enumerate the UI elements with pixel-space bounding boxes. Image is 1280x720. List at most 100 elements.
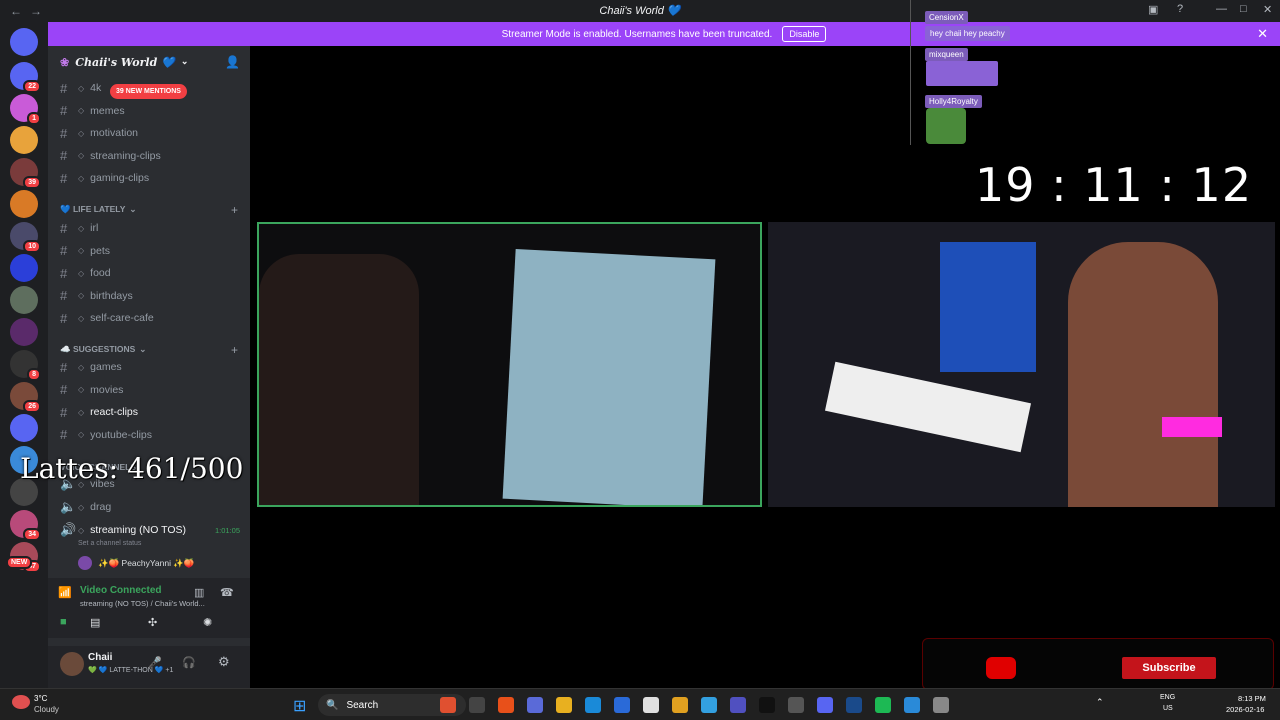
inbox-icon[interactable]: ▣ <box>1148 3 1158 16</box>
taskbar-app-icon[interactable] <box>527 697 543 713</box>
server-icon[interactable] <box>10 126 38 154</box>
hash-icon: # <box>60 427 68 442</box>
channel-react-clips[interactable]: # ◇ react-clips <box>56 402 246 422</box>
taskbar-app-icon[interactable] <box>904 697 920 713</box>
video-tile-host[interactable] <box>768 222 1275 507</box>
server-header[interactable]: ❀ Chaii's World 💙 ⌄ 👤 <box>48 46 250 78</box>
add-channel-icon[interactable]: + <box>231 343 238 357</box>
add-channel-icon[interactable]: + <box>231 203 238 217</box>
signal-icon: 📶 <box>58 587 72 599</box>
channel-streaming-clips[interactable]: # ◇ streaming-clips <box>56 146 246 166</box>
settings-icon[interactable]: ⚙ <box>218 654 230 670</box>
server-icon[interactable]: 34 <box>10 510 41 541</box>
close-window-icon[interactable]: ✕ <box>1263 3 1272 16</box>
channel-youtube-clips[interactable]: # ◇ youtube-clips <box>56 425 246 445</box>
taskbar-app-icon[interactable] <box>469 697 485 713</box>
channel-birthdays[interactable]: # ◇ birthdays <box>56 286 246 306</box>
neon-light <box>1162 417 1222 437</box>
sound-icon[interactable]: ▥ <box>194 586 204 599</box>
hash-icon: # <box>60 103 68 118</box>
server-icon[interactable] <box>10 190 38 218</box>
channel-label: motivation <box>90 127 139 139</box>
channel-memes[interactable]: # ◇ memes <box>56 101 246 121</box>
server-icon[interactable]: 22 <box>10 62 41 93</box>
diamond-icon: ◇ <box>78 173 85 183</box>
close-icon[interactable]: ✕ <box>1257 26 1268 42</box>
taskbar-app-icon[interactable] <box>846 697 862 713</box>
taskbar-app-icon[interactable] <box>672 697 688 713</box>
headphones-icon[interactable]: 🎧 <box>182 656 196 669</box>
taskbar-app-icon[interactable] <box>556 697 572 713</box>
voice-member[interactable]: ✨🍑 PeachyYanni ✨🍑 <box>78 556 195 570</box>
server-icon[interactable] <box>10 414 38 442</box>
server-icon[interactable]: 1 <box>10 94 41 125</box>
maximize-icon[interactable]: □ <box>1240 3 1247 15</box>
channel-motivation[interactable]: # ◇ motivation <box>56 123 246 143</box>
channel-pets[interactable]: # ◇ pets <box>56 241 246 261</box>
lattes-goal: Lattes: 461/500 <box>20 452 244 485</box>
windows-start-icon[interactable]: ⊞ <box>293 696 306 716</box>
weather-icon[interactable] <box>12 695 30 709</box>
channel-games[interactable]: # ◇ games <box>56 357 246 377</box>
taskbar-app-icon[interactable] <box>701 697 717 713</box>
server-icon: ❀ <box>60 55 70 69</box>
category-header[interactable]: ☁️ SUGGESTIONS ⌄ + <box>56 343 246 357</box>
direct-messages-icon[interactable] <box>10 28 38 56</box>
server-icon[interactable]: 26 <box>10 382 41 413</box>
clock-time[interactable]: 8:13 PM <box>1238 694 1266 703</box>
channel-self-care-cafe[interactable]: # ◇ self-care-cafe <box>56 308 246 328</box>
chat-username: Holly4Royalty <box>925 95 982 108</box>
channel-food[interactable]: # ◇ food <box>56 263 246 283</box>
taskbar-app-icon[interactable] <box>817 697 833 713</box>
help-icon[interactable]: ? <box>1177 3 1183 15</box>
sketchbook <box>824 361 1032 453</box>
lang-indicator[interactable]: ENG <box>1160 694 1175 701</box>
new-mentions-badge[interactable]: 39 NEW MENTIONS <box>110 84 187 99</box>
chevron-down-icon: ⌄ <box>180 57 189 67</box>
minimize-icon[interactable]: — <box>1216 3 1227 15</box>
avatar[interactable] <box>60 652 84 676</box>
voice-channel-drag[interactable]: 🔈 ◇ drag <box>56 497 246 517</box>
taskbar-app-icon[interactable] <box>730 697 746 713</box>
channel-status[interactable]: Set a channel status <box>78 540 141 547</box>
camera-icon[interactable]: ■ <box>60 616 67 628</box>
soundboard-icon[interactable]: ✺ <box>203 616 212 629</box>
mention-badge: 39 <box>23 176 41 189</box>
video-tile-guest[interactable] <box>257 222 762 507</box>
diamond-icon: ◇ <box>78 223 85 233</box>
taskbar-app-icon[interactable] <box>643 697 659 713</box>
server-icon[interactable] <box>10 286 38 314</box>
taskbar-app-icon[interactable] <box>759 697 775 713</box>
hash-icon: # <box>60 80 68 96</box>
disable-button[interactable]: Disable <box>782 26 827 42</box>
server-icon[interactable]: 39 <box>10 158 41 189</box>
chevron-down-icon: ⌄ <box>139 344 147 354</box>
disconnect-icon[interactable]: ☎ <box>220 586 234 599</box>
channel-gaming-clips[interactable]: # ◇ gaming-clips <box>56 168 246 188</box>
invite-icon[interactable]: 👤 <box>225 55 240 69</box>
channel-irl[interactable]: # ◇ irl <box>56 218 246 238</box>
tray-chevron-icon[interactable]: ⌃ <box>1096 697 1104 708</box>
channel-movies[interactable]: # ◇ movies <box>56 380 246 400</box>
activities-icon[interactable]: ✣ <box>148 616 157 629</box>
taskbar-app-icon[interactable] <box>614 697 630 713</box>
server-icon[interactable] <box>10 254 38 282</box>
guest-person <box>259 254 419 505</box>
channel-label: 4k <box>90 82 102 94</box>
server-icon[interactable]: 8 <box>10 350 41 381</box>
category-header[interactable]: 💙 LIFE LATELY ⌄ + <box>56 203 246 217</box>
subscribe-button[interactable]: Subscribe <box>1122 657 1216 679</box>
taskbar-app-icon[interactable] <box>933 697 949 713</box>
voice-channel-streaming[interactable]: 🔊 ◇ streaming (NO TOS) 1:01:05 <box>56 520 246 540</box>
screen-share-icon[interactable]: ▤ <box>90 616 100 629</box>
server-icon[interactable] <box>10 318 38 346</box>
hash-icon: # <box>60 288 68 303</box>
taskbar-app-icon[interactable] <box>585 697 601 713</box>
hash-icon: # <box>60 220 68 236</box>
taskbar-app-icon[interactable] <box>788 697 804 713</box>
taskbar-app-icon[interactable] <box>498 697 514 713</box>
taskbar-app-icon[interactable] <box>440 697 456 713</box>
taskbar-app-icon[interactable] <box>875 697 891 713</box>
server-icon[interactable]: 10 <box>10 222 41 253</box>
microphone-icon[interactable]: 🎤 <box>148 656 162 669</box>
